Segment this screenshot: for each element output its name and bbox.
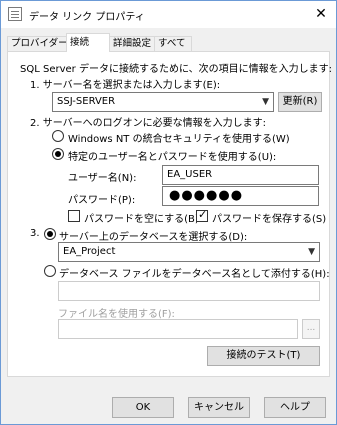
windows-nt-radio[interactable] — [52, 130, 64, 142]
database-value: EA_Project — [63, 246, 116, 257]
help-button[interactable]: ヘルプ — [264, 397, 326, 418]
refresh-button[interactable]: 更新(R) — [278, 92, 322, 112]
use-filename-label: ファイル名を使用する(F): — [58, 309, 175, 320]
save-password-checkbox[interactable] — [196, 208, 208, 222]
blank-password-checkbox[interactable] — [68, 210, 80, 222]
chevron-down-icon[interactable]: ▼ — [262, 97, 269, 107]
blank-password-label[interactable]: パスワードを空にする(B) — [84, 210, 199, 225]
attach-file-input[interactable] — [58, 281, 320, 301]
database-combo[interactable]: EA_Project ▼ — [58, 242, 320, 262]
test-connection-button[interactable]: 接続のテスト(T) — [207, 346, 320, 366]
step2-label: 2. サーバーへのログオンに必要な情報を入力します: — [30, 118, 266, 129]
tab-provider[interactable]: プロバイダー — [7, 36, 68, 51]
intro-text: SQL Server データに接続するために、次の項目に情報を入力します: — [20, 64, 333, 75]
username-value: EA_USER — [167, 169, 213, 180]
cancel-button[interactable]: キャンセル — [188, 397, 250, 418]
server-name-combo[interactable]: SSJ-SERVER ▼ — [52, 92, 274, 112]
tab-connection[interactable]: 接続 — [66, 33, 110, 52]
step1-label: 1. サーバー名を選択または入力します(E): — [30, 80, 221, 91]
step3-number: 3. — [30, 228, 40, 239]
tab-advanced[interactable]: 詳細設定 — [109, 36, 155, 51]
windows-nt-label[interactable]: Windows NT の統合セキュリティを使用する(W) — [68, 130, 290, 145]
specific-user-label[interactable]: 特定のユーザー名とパスワードを使用する(U): — [68, 148, 276, 163]
password-label: パスワード(P): — [68, 195, 136, 206]
attach-file-label[interactable]: データベース ファイルをデータベース名として添付する(H): — [59, 265, 330, 280]
browse-button[interactable]: ... — [302, 319, 320, 339]
username-input[interactable]: EA_USER — [162, 165, 319, 185]
connection-panel: SQL Server データに接続するために、次の項目に情報を入力します: 1.… — [7, 51, 333, 377]
window-title: データ リンク プロパティ — [29, 12, 145, 23]
ok-button[interactable]: OK — [112, 397, 174, 418]
tab-all[interactable]: すべて — [154, 36, 192, 51]
specific-user-radio[interactable] — [52, 148, 64, 160]
filename-input[interactable] — [58, 319, 298, 339]
window-icon — [8, 7, 22, 21]
server-name-value: SSJ-SERVER — [57, 96, 116, 107]
close-button[interactable]: ✕ — [308, 2, 334, 26]
username-label: ユーザー名(N): — [68, 173, 137, 184]
select-db-label[interactable]: サーバー上のデータベースを選択する(D): — [59, 228, 247, 243]
chevron-down-icon[interactable]: ▼ — [308, 247, 315, 257]
password-mask: ●●●●●● — [169, 188, 244, 203]
select-db-radio[interactable] — [44, 228, 56, 240]
password-input[interactable]: ●●●●●● — [162, 186, 319, 206]
attach-file-radio[interactable] — [44, 265, 56, 277]
data-link-properties-window: データ リンク プロパティ ✕ プロバイダー 接続 詳細設定 すべて SQL S… — [0, 0, 337, 425]
save-password-label[interactable]: パスワードを保存する(S) — [212, 210, 326, 225]
title-bar: データ リンク プロパティ ✕ — [1, 1, 336, 28]
